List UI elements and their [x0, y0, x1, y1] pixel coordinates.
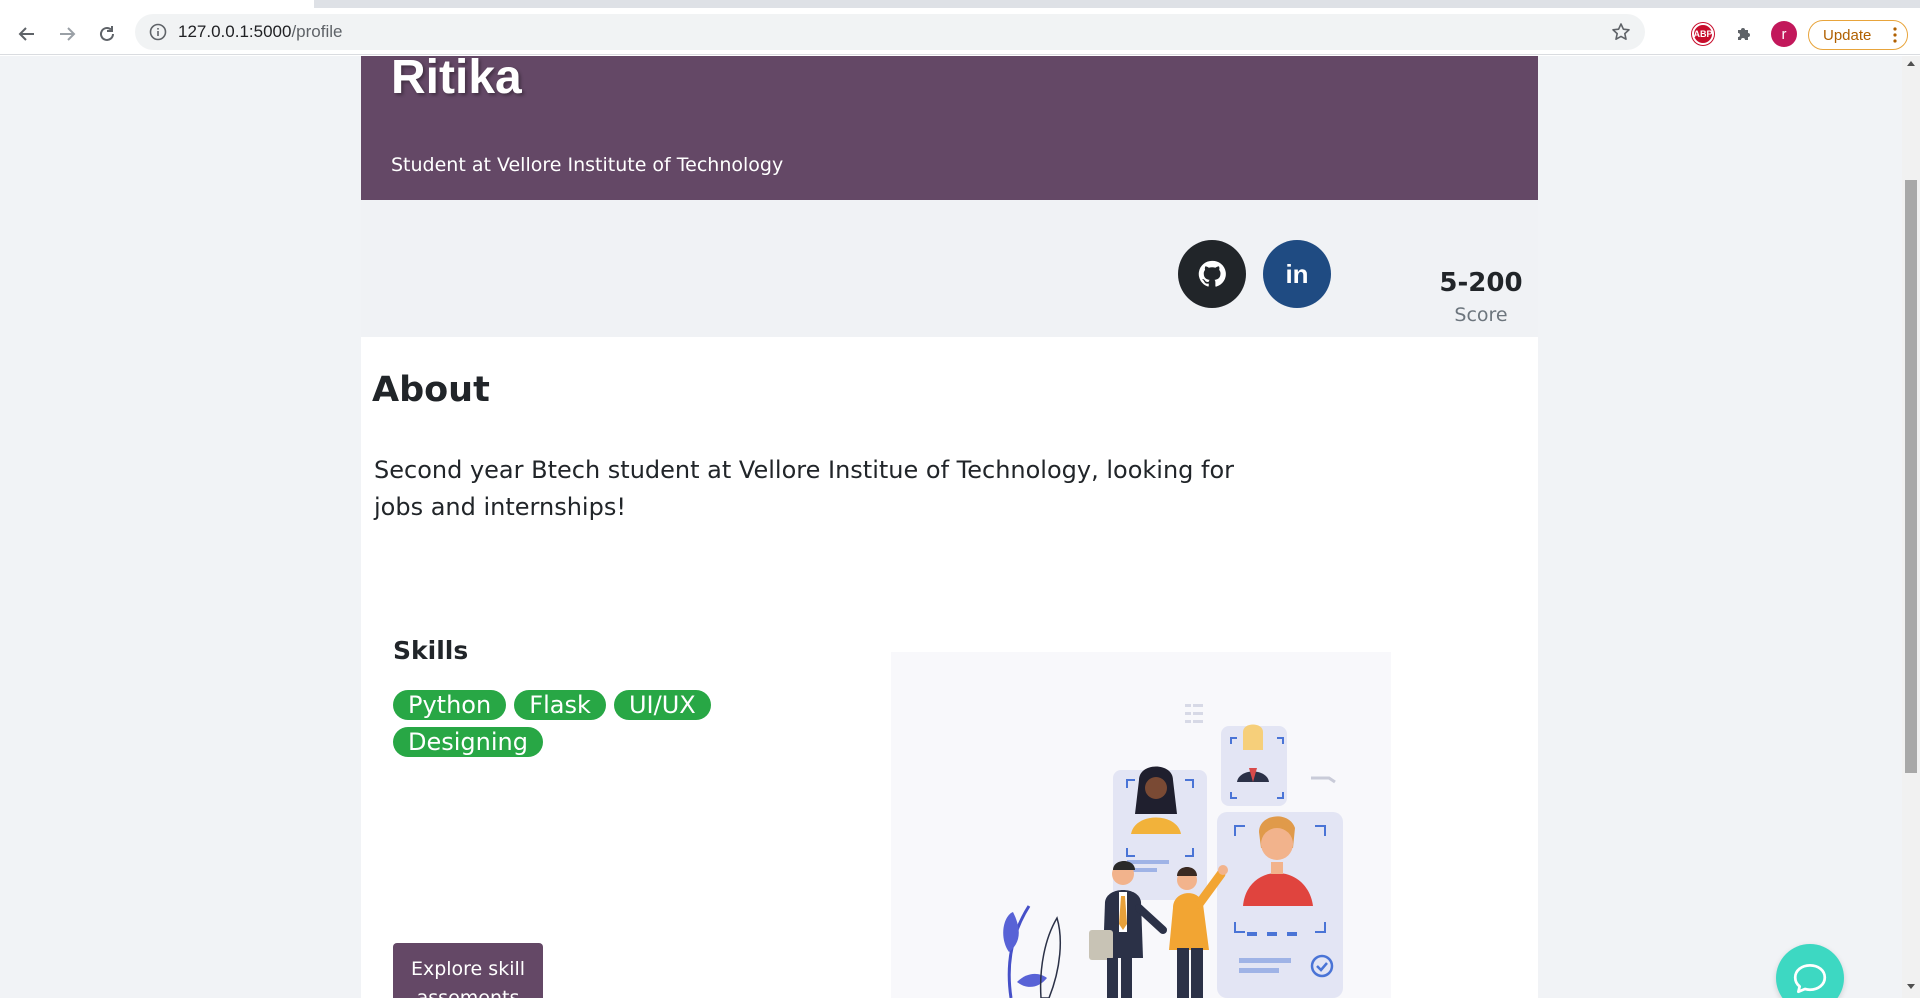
update-button[interactable]: Update	[1808, 20, 1908, 50]
back-arrow-icon	[18, 27, 34, 41]
explore-skill-assessments-button[interactable]: Explore skill assements	[393, 943, 543, 998]
chat-bubble-icon	[1793, 963, 1827, 994]
url-path: /profile	[291, 22, 343, 41]
profile-avatar: r	[1771, 21, 1797, 47]
reload-icon	[100, 26, 114, 41]
skills-list: Python Flask UI/UX Designing	[393, 687, 711, 761]
about-heading: About	[372, 370, 490, 410]
profile-button[interactable]: r	[1771, 21, 1797, 47]
forward-arrow-icon	[60, 27, 76, 41]
score-block: 5-200 Score	[1411, 268, 1551, 326]
puzzle-icon	[1738, 28, 1750, 40]
site-info-icon[interactable]	[149, 23, 167, 41]
scroll-down-arrow-icon[interactable]	[1907, 984, 1915, 989]
profile-card: Ritika Student at Vellore Institute of T…	[361, 56, 1538, 998]
reload-button[interactable]	[91, 18, 123, 50]
skill-badge: Flask	[514, 690, 606, 720]
url-host: 127.0.0.1:5000	[178, 22, 292, 41]
github-link[interactable]	[1178, 240, 1246, 308]
forward-button[interactable]	[51, 18, 83, 50]
browser-toolbar: 127.0.0.1:5000/profile ABP r Update	[0, 8, 1920, 55]
update-label: Update	[1823, 26, 1872, 44]
abp-icon: ABP	[1692, 23, 1714, 45]
profile-stats-bar: in 5-200 Score	[361, 200, 1538, 337]
skills-heading: Skills	[393, 636, 469, 665]
chat-button[interactable]	[1776, 944, 1844, 998]
profile-tagline: Student at Vellore Institute of Technolo…	[391, 154, 784, 176]
score-label: Score	[1454, 304, 1508, 326]
github-icon	[1198, 260, 1226, 287]
score-value: 5-200	[1439, 268, 1523, 298]
profile-name: Ritika	[391, 56, 522, 104]
back-button[interactable]	[11, 18, 43, 50]
menu-dots-icon	[1893, 27, 1897, 43]
skill-badge: Python	[393, 690, 507, 720]
linkedin-link[interactable]: in	[1263, 240, 1331, 308]
adblock-extension-button[interactable]: ABP	[1690, 21, 1716, 47]
active-tab[interactable]	[0, 0, 314, 8]
address-bar[interactable]: 127.0.0.1:5000/profile	[135, 14, 1645, 50]
bookmark-star-icon[interactable]	[1611, 22, 1631, 42]
page-scrollbar[interactable]	[1902, 56, 1920, 998]
url-text: 127.0.0.1:5000/profile	[178, 22, 342, 42]
profile-banner: Ritika Student at Vellore Institute of T…	[361, 56, 1538, 200]
tab-strip	[0, 0, 1920, 8]
about-text: Second year Btech student at Vellore Ins…	[374, 456, 1235, 521]
hiring-illustration	[891, 652, 1391, 998]
scrollbar-thumb[interactable]	[1905, 180, 1917, 773]
linkedin-icon: in	[1285, 258, 1309, 289]
scroll-up-arrow-icon[interactable]	[1907, 61, 1915, 66]
extensions-button[interactable]	[1731, 21, 1757, 47]
page-viewport: Ritika Student at Vellore Institute of T…	[0, 56, 1902, 998]
